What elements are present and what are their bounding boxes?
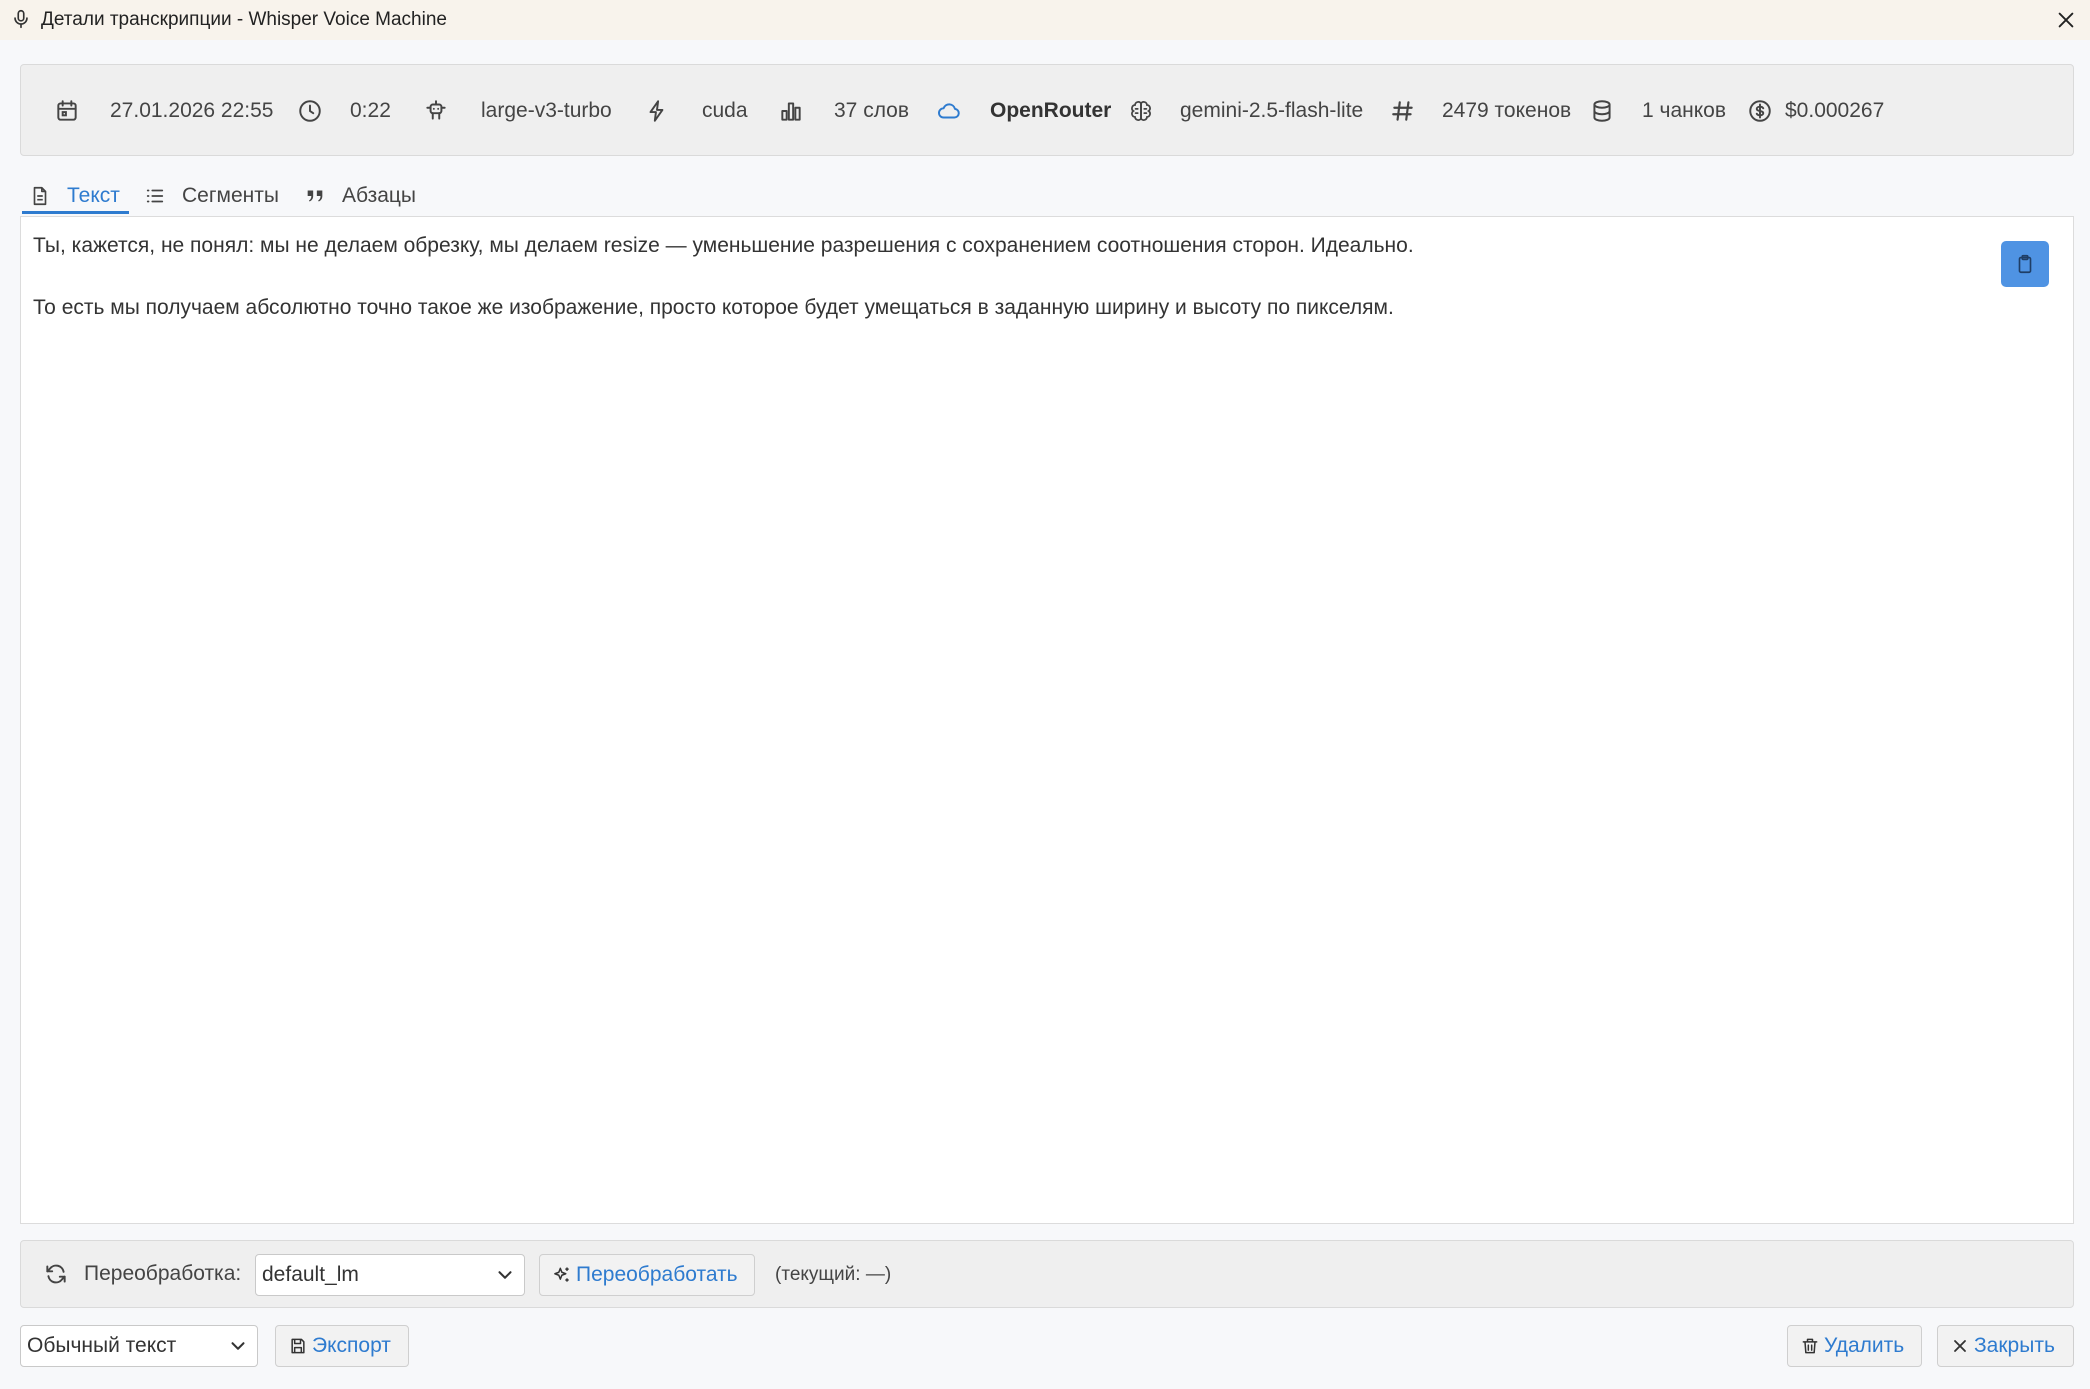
tokens-value: 2479 токенов xyxy=(1442,99,1572,122)
reprocess-button-label: Переобработать xyxy=(576,1263,738,1286)
provider-value: OpenRouter xyxy=(990,99,1112,122)
transcription-info-panel: 27.01.2026 22:55 0:22 large-v3-turbo cud… xyxy=(20,64,2074,156)
brain-icon xyxy=(1128,98,1154,124)
active-tab-indicator xyxy=(22,211,129,214)
tab-text-label: Текст xyxy=(67,184,120,207)
transcript-text-area[interactable]: Ты, кажется, не понял: мы не делаем обре… xyxy=(20,216,2074,1224)
sparkle-icon xyxy=(552,1265,572,1285)
info-tokens: 2479 токенов xyxy=(1390,65,1571,157)
delete-button[interactable]: Удалить xyxy=(1787,1325,1922,1367)
list-icon xyxy=(144,185,166,207)
info-model: large-v3-turbo xyxy=(423,65,612,157)
reprocess-model-value: default_lm xyxy=(262,1263,359,1286)
title-bar: Детали транскрипции - Whisper Voice Mach… xyxy=(0,0,2090,40)
device-value: cuda xyxy=(702,99,748,122)
info-cost: $0.000267 xyxy=(1747,65,1884,157)
info-duration: 0:22 xyxy=(297,65,391,157)
transcript-paragraph: То есть мы получаем абсолютно точно тако… xyxy=(33,296,1394,319)
info-datetime: 27.01.2026 22:55 xyxy=(54,65,274,157)
close-icon xyxy=(2055,9,2077,31)
words-value: 37 слов xyxy=(834,99,910,122)
tab-segments[interactable]: Сегменты xyxy=(144,178,279,214)
refresh-icon xyxy=(43,1261,69,1287)
tab-text[interactable]: Текст xyxy=(29,178,120,214)
cloud-icon xyxy=(936,98,962,124)
chevron-down-icon xyxy=(227,1335,249,1357)
calendar-icon xyxy=(54,98,80,124)
clock-icon xyxy=(297,98,323,124)
info-words: 37 слов xyxy=(778,65,909,157)
reprocess-button[interactable]: Переобработать xyxy=(539,1254,755,1296)
close-icon xyxy=(1950,1336,1970,1356)
bar-chart-icon xyxy=(778,98,804,124)
llm-model-value: gemini-2.5-flash-lite xyxy=(1180,99,1364,122)
current-reprocess-status: (текущий: —) xyxy=(775,1264,892,1285)
window-close-button[interactable] xyxy=(2050,4,2082,36)
info-chunks: 1 чанков xyxy=(1589,65,1726,157)
close-button-label: Закрыть xyxy=(1974,1334,2055,1357)
info-provider: OpenRouter xyxy=(936,65,1111,157)
hash-icon xyxy=(1390,98,1416,124)
tab-segments-label: Сегменты xyxy=(182,184,279,207)
format-value: Обычный текст xyxy=(27,1334,177,1357)
cost-value: $0.000267 xyxy=(1785,99,1885,122)
export-button[interactable]: Экспорт xyxy=(275,1325,409,1367)
lightning-icon xyxy=(644,98,670,124)
trash-icon xyxy=(1800,1336,1820,1356)
reprocess-label: Переобработка: xyxy=(84,1262,242,1285)
save-icon xyxy=(288,1336,308,1356)
window-title: Детали транскрипции - Whisper Voice Mach… xyxy=(41,9,447,30)
duration-value: 0:22 xyxy=(350,99,391,122)
quote-icon xyxy=(304,185,326,207)
info-llm-model: gemini-2.5-flash-lite xyxy=(1128,65,1363,157)
clipboard-icon xyxy=(2014,253,2036,275)
document-icon xyxy=(29,185,51,207)
model-value: large-v3-turbo xyxy=(481,99,612,122)
copy-button[interactable] xyxy=(2001,241,2049,287)
export-button-label: Экспорт xyxy=(312,1334,391,1357)
dollar-coin-icon xyxy=(1747,98,1773,124)
tab-paragraphs[interactable]: Абзацы xyxy=(304,178,416,214)
tab-paragraphs-label: Абзацы xyxy=(342,184,417,207)
format-select[interactable]: Обычный текст xyxy=(20,1325,258,1367)
transcript-paragraph: Ты, кажется, не понял: мы не делаем обре… xyxy=(33,234,1414,257)
close-button[interactable]: Закрыть xyxy=(1937,1325,2074,1367)
delete-button-label: Удалить xyxy=(1824,1334,1905,1357)
reprocess-panel: Переобработка: default_lm Переобработать… xyxy=(20,1240,2074,1308)
datetime-value: 27.01.2026 22:55 xyxy=(110,99,274,122)
info-device: cuda xyxy=(644,65,748,157)
chevron-down-icon xyxy=(494,1264,516,1286)
robot-icon xyxy=(423,98,449,124)
microphone-icon xyxy=(10,8,32,30)
reprocess-model-select[interactable]: default_lm xyxy=(255,1254,525,1296)
chunks-value: 1 чанков xyxy=(1642,99,1726,122)
database-icon xyxy=(1589,98,1615,124)
